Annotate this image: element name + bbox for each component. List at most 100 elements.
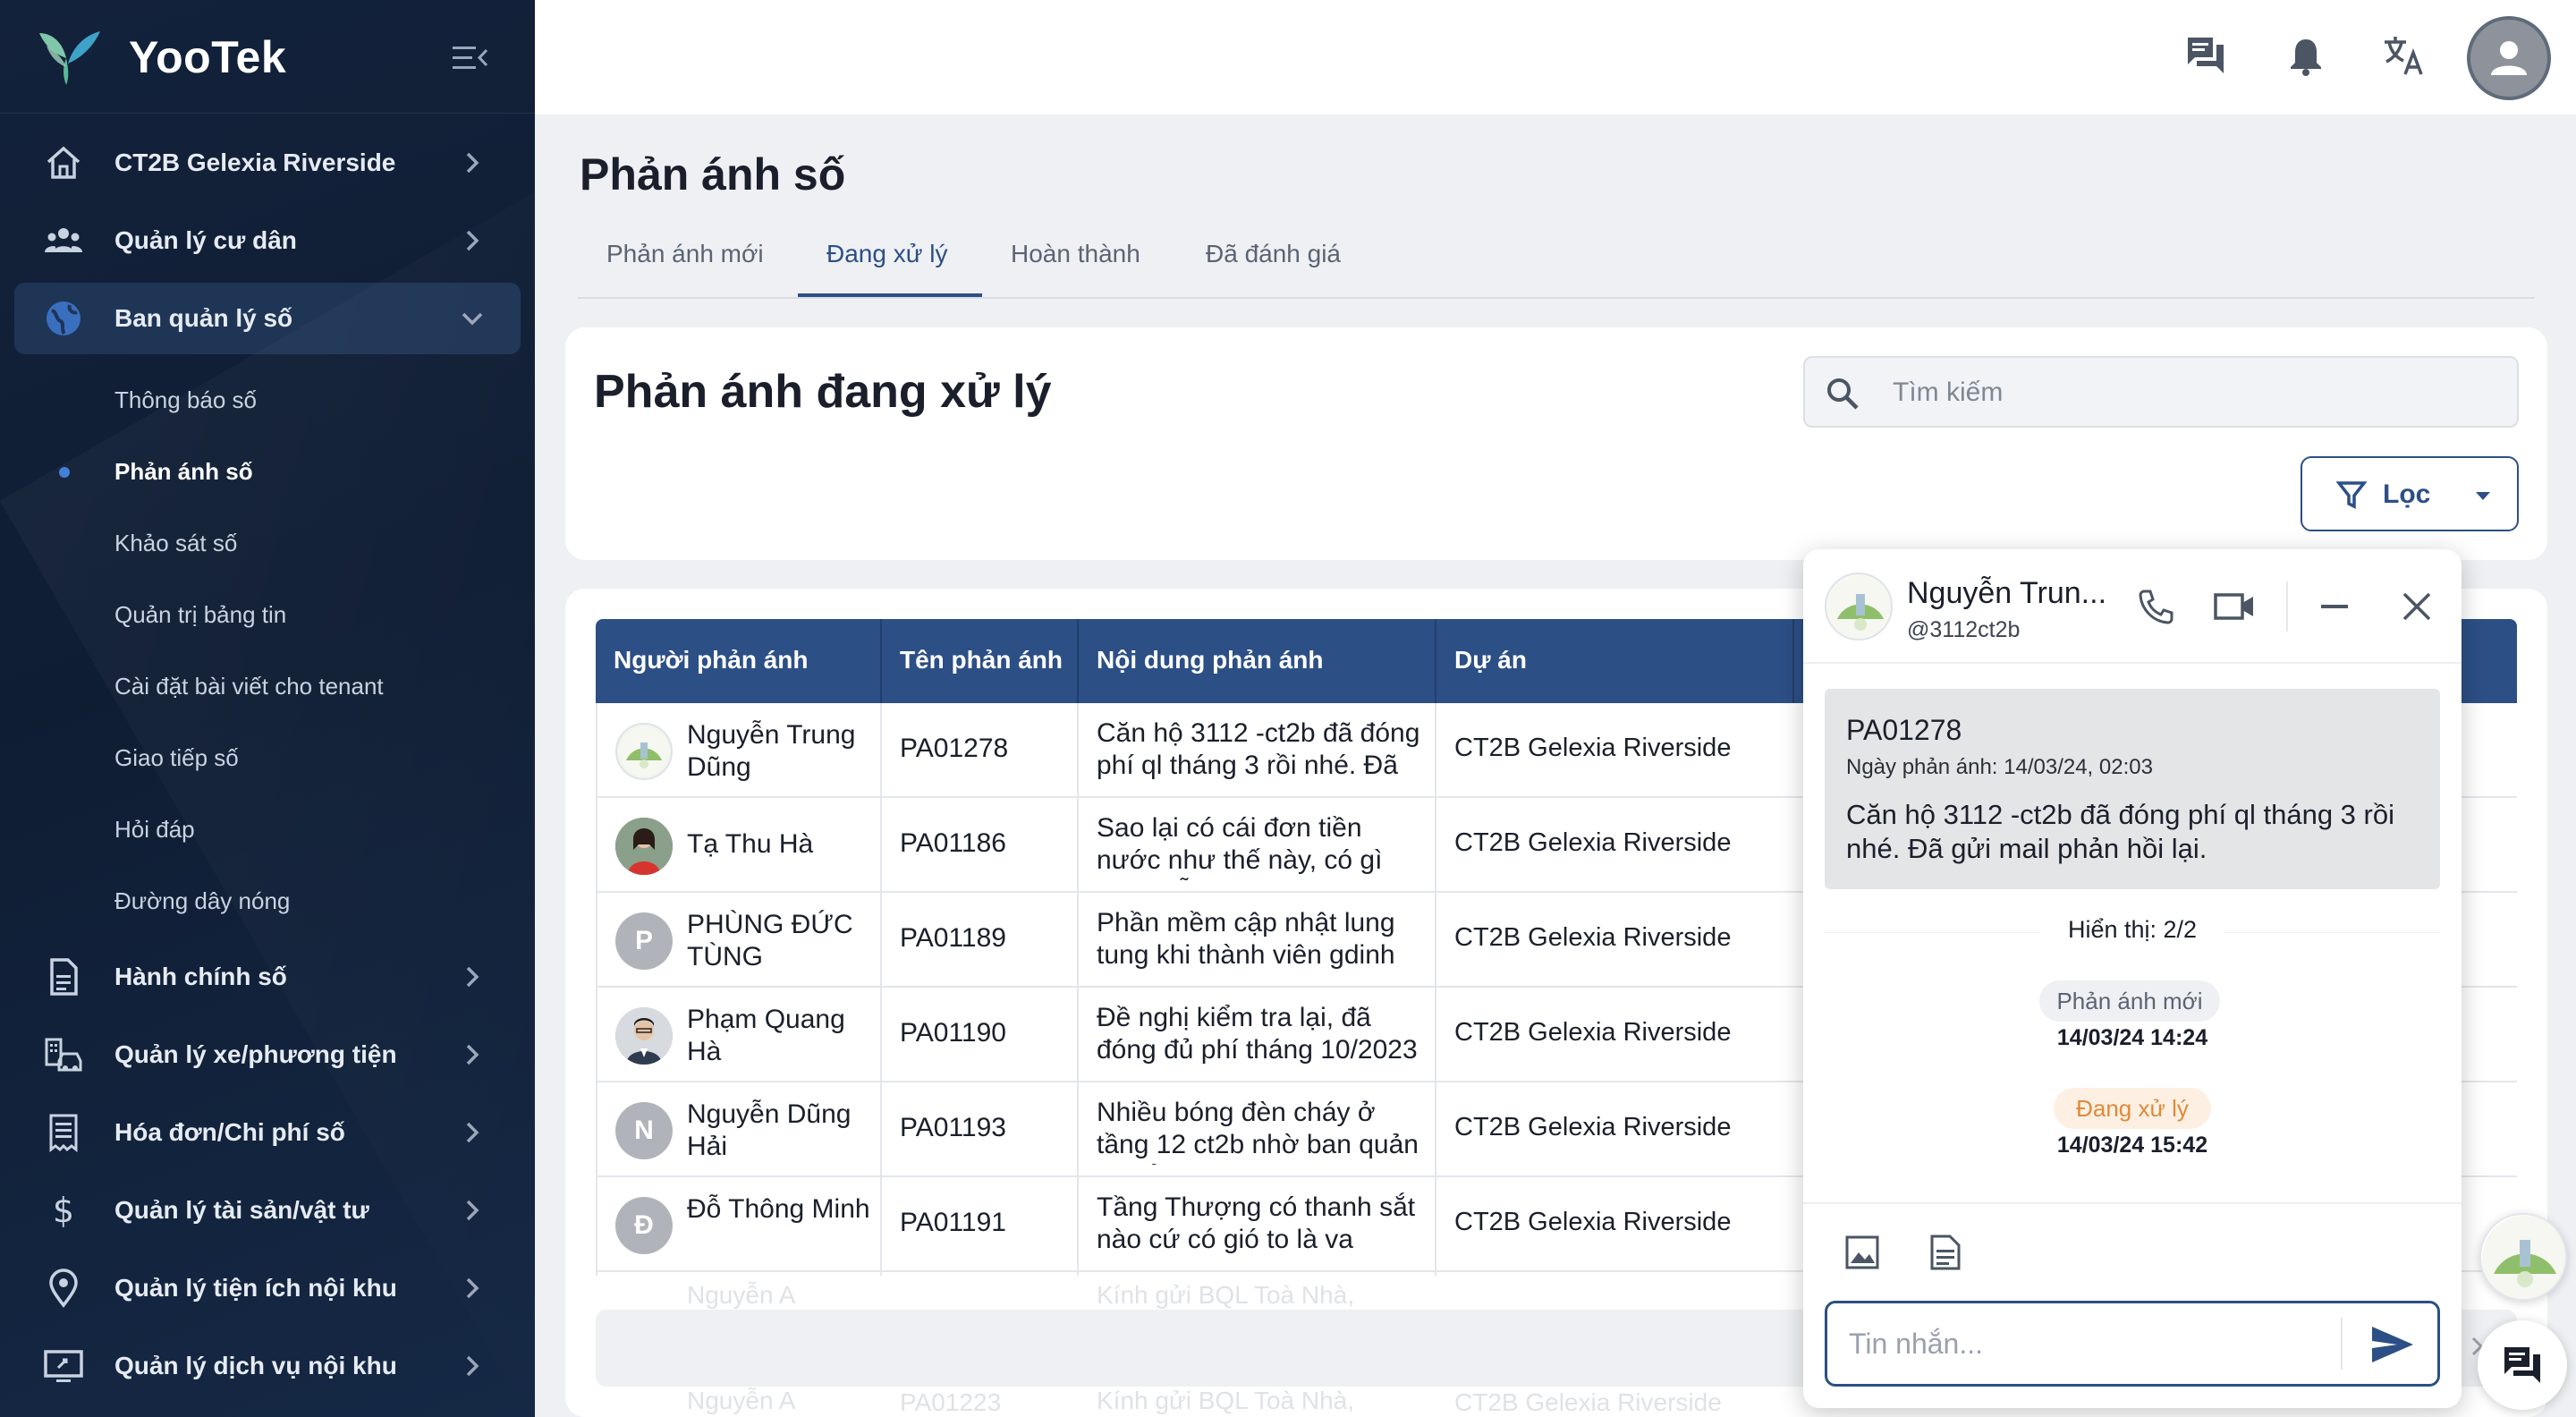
chevron-right-icon [466,966,479,988]
current-indicator-dot [59,467,70,478]
send-button[interactable] [2368,1321,2418,1368]
filter-button[interactable]: Lọc [2301,456,2519,531]
minus-icon [2321,605,2348,608]
header-separator [2286,581,2288,632]
message-date: Ngày phản ánh: 14/03/24, 02:03 [1846,755,2153,779]
floating-chat-button[interactable] [2478,1320,2567,1410]
top-bar [535,0,2576,115]
feedback-code: PA01189 [900,923,1006,953]
reporter-name: Nguyễn A [687,1387,796,1414]
floating-chat-avatar[interactable] [2479,1213,2567,1301]
close-chat-button[interactable] [2395,585,2438,628]
bell-icon[interactable] [2283,32,2329,79]
reporter-avatar: N [615,1102,673,1159]
feedback-content: Phần mềm cập nhật lung tung khi thành vi… [1097,908,1395,975]
feedback-code: PA01190 [900,1018,1006,1048]
sidebar-subitem-communication[interactable]: Giao tiếp số [114,744,239,772]
tab-new[interactable]: Phản ánh mới [606,240,764,268]
status-badge-new: Phản ánh mới [2039,980,2220,1022]
sidebar-item-label: Quản lý tiện ích nội khu [114,1274,397,1302]
message-input[interactable] [1849,1321,2332,1366]
tabs: Phản ánh mới Đang xử lý Hoàn thành Đã đá… [578,227,2535,299]
feedback-content: Đề nghị kiểm tra lại, đã đóng đủ phí thá… [1097,1003,1418,1065]
tab-processing[interactable]: Đang xử lý [826,240,947,268]
receipt-icon [49,1114,78,1153]
messages-icon[interactable] [2182,32,2229,79]
chevron-right-icon [466,1355,479,1377]
filter-icon [2336,481,2367,509]
tab-completed[interactable]: Hoàn thành [1011,240,1140,268]
column-header-reporter[interactable]: Người phản ánh [614,646,809,675]
sidebar-item-label: Hành chính số [114,963,287,990]
sidebar-item-vehicles[interactable]: Quản lý xe/phương tiện [14,1019,521,1090]
sidebar-item-label: Ban quản lý số [114,304,293,332]
project-name: CT2B Gelexia Riverside [1454,828,1732,857]
minimize-button[interactable] [2313,585,2356,628]
sidebar: YooTek CT2B Gelexia Riverside Quản lý cư… [0,0,535,1417]
send-icon [2372,1327,2413,1362]
video-call-button[interactable] [2213,585,2256,628]
sidebar-item-administration[interactable]: Hành chính số [14,941,521,1013]
chat-panel: Nguyễn Trun... @3112ct2b PA01278 Ngày ph… [1803,549,2462,1408]
sidebar-subitem-surveys[interactable]: Khảo sát số [114,530,237,557]
translate-icon[interactable] [2381,32,2428,79]
brand[interactable]: YooTek [36,25,286,89]
reporter-avatar [615,723,673,780]
reporter-name: PHÙNG ĐỨC TÙNG [687,910,853,972]
status-time: 14/03/24 15:42 [2056,1133,2208,1158]
tab-rated[interactable]: Đã đánh giá [1206,240,1341,268]
user-icon [2491,41,2527,75]
sidebar-subitem-notices[interactable]: Thông báo số [114,386,257,414]
brand-divider [0,113,535,114]
chevron-right-icon [466,230,479,251]
close-icon [2402,592,2431,621]
feedback-content: Tầng Thượng có thanh sắt nào cứ có gió t… [1097,1192,1416,1260]
attach-file-button[interactable] [1923,1231,1966,1274]
call-button[interactable] [2134,585,2177,628]
document-icon [1930,1235,1961,1270]
column-header-content[interactable]: Nội dung phản ánh [1097,646,1324,675]
chat-contact-avatar[interactable] [1825,573,1893,641]
sidebar-item-utilities[interactable]: Quản lý tiện ích nội khu [14,1252,521,1324]
sidebar-subitem-feedback[interactable]: Phản ánh số [114,458,253,486]
project-name: CT2B Gelexia Riverside [1454,1018,1732,1047]
project-name: CT2B Gelexia Riverside [1454,923,1732,952]
sidebar-subitem-hotline[interactable]: Đường dây nóng [114,887,290,915]
message-body: Căn hộ 3112 -ct2b đã đóng phí ql tháng 3… [1846,799,2394,864]
sidebar-item-digital-management[interactable]: Ban quản lý số [14,283,521,354]
message-code: PA01278 [1846,714,1962,746]
feedback-code: PA01191 [900,1208,1006,1237]
user-avatar[interactable] [2467,16,2551,100]
reporter-name: Tạ Thu Hà [687,829,814,859]
chevron-down-icon [462,312,483,326]
sidebar-item-label: Quản lý xe/phương tiện [114,1040,397,1068]
sidebar-subitem-faq[interactable]: Hỏi đáp [114,816,195,844]
chevron-right-icon [466,1200,479,1221]
search-input[interactable] [1893,370,2501,415]
search-box [1803,356,2519,428]
filter-label: Lọc [2383,479,2431,509]
sidebar-subitem-tenant-posts[interactable]: Cài đặt bài viết cho tenant [114,673,384,700]
sidebar-item-project[interactable]: CT2B Gelexia Riverside [14,127,521,199]
sidebar-item-services[interactable]: Quản lý dịch vụ nội khu [14,1330,521,1402]
feedback-content: Sao lại có cái đơn tiền nước như thế này… [1097,813,1383,880]
sidebar-item-invoices[interactable]: Hóa đơn/Chi phí số [14,1097,521,1168]
column-header-project[interactable]: Dự án [1454,646,1527,675]
status-badge-processing: Đang xử lý [2054,1088,2211,1129]
yootek-logo-icon [39,31,100,85]
sidebar-subitem-newsfeed[interactable]: Quản trị bảng tin [114,601,286,629]
collapse-menu-icon[interactable] [451,43,490,73]
sidebar-item-residents[interactable]: Quản lý cư dân [14,205,521,276]
sidebar-item-assets[interactable]: $ Quản lý tài sản/vật tư [14,1175,521,1246]
table-left-border [596,703,597,1276]
column-separator [880,703,882,1276]
column-header-title[interactable]: Tên phản ánh [900,646,1063,675]
feedback-content: Căn hộ 3112 -ct2b đã đóng phí ql tháng 3… [1097,718,1420,785]
sidebar-item-label: Quản lý tài sản/vật tư [114,1196,369,1224]
feedback-code: PA01193 [900,1113,1006,1142]
location-icon [49,1269,78,1308]
attach-image-button[interactable] [1841,1231,1884,1274]
column-separator [1792,619,1794,703]
feedback-content: Nhiều bóng đèn cháy ở tầng 12 ct2b nhờ b… [1097,1098,1419,1165]
search-icon [1827,378,1859,410]
